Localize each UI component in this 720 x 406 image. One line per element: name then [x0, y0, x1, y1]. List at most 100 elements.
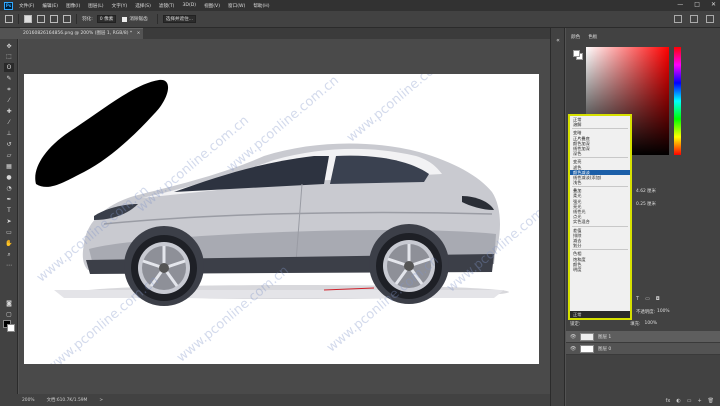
group-icon[interactable]: ▭ [687, 398, 692, 406]
zoom-level[interactable]: 200% [22, 398, 35, 403]
blend-option[interactable]: 明度 [570, 267, 630, 272]
fill-value[interactable]: 100% [645, 321, 658, 327]
lasso-tool-icon[interactable]: ʘ [4, 63, 14, 72]
visibility-eye-icon[interactable]: 👁 [570, 346, 576, 352]
fx-icon[interactable]: fx [666, 398, 671, 406]
black-fill-shape [35, 79, 169, 187]
quick-mask-icon[interactable]: ◙ [4, 299, 14, 308]
menu-view[interactable]: 视图(V) [204, 3, 220, 9]
healing-tool-icon[interactable]: ✚ [4, 107, 14, 116]
blend-option[interactable]: 溶解 [570, 122, 630, 127]
visibility-eye-icon[interactable]: 👁 [570, 334, 576, 340]
menu-file[interactable]: 文件(F) [19, 3, 34, 9]
tools-panel: ✥ ⬚ ʘ ✎ ⌗ ⁄ ✚ ⁄ ⊥ ↺ ▱ ▦ ● ◔ ✒ T ➤ ▭ ✋ ⌕ … [0, 39, 18, 394]
brush-tool-icon[interactable]: ⁄ [4, 118, 14, 127]
gradient-tool-icon[interactable]: ▦ [4, 162, 14, 171]
opacity-row: 不透明度: 100% [636, 309, 670, 315]
background-color-swatch[interactable] [7, 324, 15, 332]
eraser-tool-icon[interactable]: ▱ [4, 151, 14, 160]
screen-mode-icon[interactable]: ▢ [4, 310, 14, 319]
trash-icon[interactable]: 🗑 [708, 398, 714, 406]
layers-footer: fx ◐ ▭ + 🗑 [566, 398, 720, 406]
maximize-icon[interactable]: □ [694, 1, 700, 8]
dodge-tool-icon[interactable]: ◔ [4, 184, 14, 193]
menu-image[interactable]: 图像(I) [66, 3, 80, 9]
hand-tool-icon[interactable]: ✋ [4, 239, 14, 248]
pen-tool-icon[interactable]: ✒ [4, 195, 14, 204]
tab-swatches[interactable]: 色板 [588, 34, 597, 44]
feather-label: 羽化: [82, 17, 93, 22]
smart-filter-icon[interactable]: ◘ [656, 296, 660, 302]
layer-thumbnail [580, 332, 594, 341]
menu-type[interactable]: 文字(Y) [112, 3, 128, 9]
type-filter-icon[interactable]: T [636, 296, 639, 302]
collapse-icon[interactable]: « [553, 36, 563, 45]
menu-filter[interactable]: 滤镜(T) [159, 3, 175, 9]
menu-layer[interactable]: 图层(L) [88, 3, 103, 9]
eyedropper-tool-icon[interactable]: ⁄ [4, 96, 14, 105]
blend-mode-dropdown[interactable]: 正常 溶解 变暗 正片叠底 颜色加深 线性加深 深色 变亮 滤色 颜色减淡 线性… [568, 114, 632, 320]
menu-select[interactable]: 选择(S) [135, 3, 151, 9]
close-icon[interactable]: ✕ [711, 1, 716, 8]
status-menu-arrow-icon[interactable]: > [99, 398, 103, 403]
feather-input[interactable]: 0 像素 [96, 15, 117, 23]
select-and-mask-button[interactable]: 选择并遮住... [162, 15, 197, 23]
share-icon[interactable] [706, 15, 714, 23]
panel-foreground-swatch[interactable] [573, 50, 580, 57]
blend-option[interactable]: 深色 [570, 151, 630, 156]
layer-row[interactable]: 👁 图层 1 [566, 331, 720, 343]
menu-3d[interactable]: 3D(D) [182, 3, 196, 8]
minimize-icon[interactable]: — [677, 1, 683, 8]
lasso-preset-icon[interactable] [5, 15, 13, 23]
layer-row[interactable]: 👁 图层 0 [566, 343, 720, 355]
zoom-tool-icon[interactable]: ⌕ [4, 250, 14, 259]
document-tab[interactable]: 20160826164856.png @ 200% (图层 1, RGB/8) … [20, 28, 143, 39]
move-tool-icon[interactable]: ✥ [4, 42, 14, 51]
width-value[interactable]: 4.62 厘米 [636, 188, 656, 194]
hue-slider[interactable] [674, 47, 681, 155]
more-tools-icon[interactable]: ⋯ [4, 261, 14, 270]
height-value[interactable]: 0.25 厘米 [636, 201, 656, 207]
menu-help[interactable]: 帮助(H) [253, 3, 269, 9]
blur-tool-icon[interactable]: ● [4, 173, 14, 182]
tab-color[interactable]: 颜色 [571, 34, 580, 44]
opacity-value[interactable]: 100% [657, 309, 670, 315]
tab-close-icon[interactable]: × [137, 31, 141, 36]
antialias-checkbox[interactable] [122, 16, 128, 22]
fill-label: 填充: [630, 322, 641, 327]
divider [18, 14, 19, 24]
quick-select-tool-icon[interactable]: ✎ [4, 74, 14, 83]
layer-thumbnail [580, 344, 594, 353]
path-select-tool-icon[interactable]: ➤ [4, 217, 14, 226]
crop-tool-icon[interactable]: ⌗ [4, 85, 14, 94]
divider [76, 14, 77, 24]
new-selection-icon[interactable] [24, 15, 32, 23]
shape-tool-icon[interactable]: ▭ [4, 228, 14, 237]
menu-divider [572, 225, 628, 227]
workspace-icon[interactable] [690, 15, 698, 23]
status-strip [0, 394, 19, 406]
blend-mode-current[interactable]: 正常 [570, 311, 630, 318]
blend-option[interactable]: 浅色 [570, 180, 630, 185]
opacity-label: 不透明度: [636, 310, 656, 315]
menu-window[interactable]: 窗口(W) [228, 3, 245, 9]
layer-filter-icons: T ▭ ◘ [636, 296, 660, 302]
stamp-tool-icon[interactable]: ⊥ [4, 129, 14, 138]
marquee-tool-icon[interactable]: ⬚ [4, 52, 14, 61]
history-brush-tool-icon[interactable]: ↺ [4, 140, 14, 149]
shape-filter-icon[interactable]: ▭ [645, 296, 650, 302]
add-selection-icon[interactable] [37, 15, 45, 23]
search-icon[interactable] [674, 15, 682, 23]
status-bar: 200% 文档:610.7K/1.59M > [19, 394, 550, 406]
blend-option[interactable]: 划分 [570, 243, 630, 248]
options-bar: 羽化: 0 像素 消除锯齿 选择并遮住... [0, 11, 720, 28]
document-canvas[interactable]: www.pconline.com.cn www.pconline.com.cn … [24, 74, 539, 364]
adjustment-icon[interactable]: ◐ [676, 398, 680, 406]
subtract-selection-icon[interactable] [50, 15, 58, 23]
intersect-selection-icon[interactable] [63, 15, 71, 23]
new-layer-icon[interactable]: + [697, 398, 701, 406]
type-tool-icon[interactable]: T [4, 206, 14, 215]
blend-option[interactable]: 实色混合 [570, 219, 630, 224]
document-info: 文档:610.7K/1.59M [46, 398, 88, 403]
menu-edit[interactable]: 编辑(E) [42, 3, 58, 9]
